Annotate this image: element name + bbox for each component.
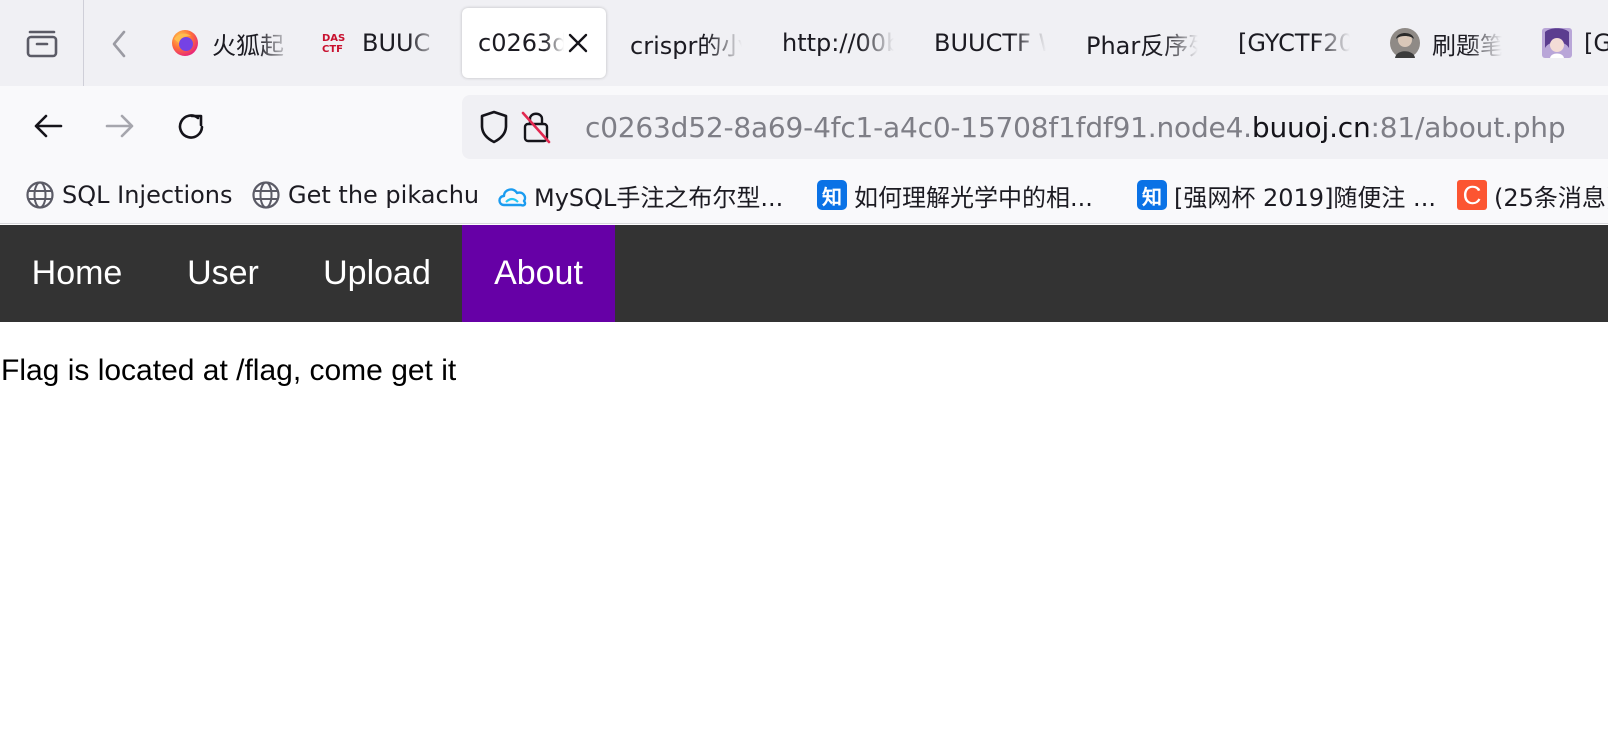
bookmark-pikachu[interactable]: Get the pikachu [250, 178, 479, 212]
tab-phar[interactable]: Phar反序列 [1086, 8, 1198, 78]
url-suffix: :81/about.php [1370, 111, 1566, 144]
csdn-icon: C [1456, 179, 1488, 211]
url-text[interactable]: c0263d52-8a69-4fc1-a4c0-15708f1fdf91.nod… [585, 111, 1566, 144]
nav-link-about[interactable]: About [462, 225, 615, 322]
tab-http[interactable]: http://00b [782, 8, 894, 78]
tracking-protection-button[interactable] [476, 109, 512, 145]
bookmark-label: [强网杯 2019]随便注 ... [1174, 183, 1436, 212]
tab-firefox[interactable]: 火狐起 [170, 8, 292, 78]
ctf-logo-icon: DAS CTF [320, 28, 350, 58]
reload-icon [178, 114, 204, 139]
globe-icon [250, 179, 282, 211]
url-prefix: c0263d52-8a69-4fc1-a4c0-15708f1fdf91.nod… [585, 111, 1252, 144]
url-host: buuoj.cn [1251, 111, 1371, 144]
firefox-icon [170, 28, 200, 58]
tab-gyctf[interactable]: [GYCTF20 [1238, 8, 1350, 78]
tab-active-about[interactable]: c0263d [462, 8, 606, 78]
bookmark-label: 如何理解光学中的相... [854, 183, 1093, 212]
bookmark-label: Get the pikachu [288, 181, 480, 209]
svg-text:CTF: CTF [322, 44, 343, 55]
tab-list-button[interactable] [0, 0, 84, 86]
chevron-left-icon [112, 30, 126, 58]
avatar-icon [1390, 28, 1420, 58]
tab-scroll-left-button[interactable] [100, 24, 140, 64]
bookmark-zhihu-optics[interactable]: 知 如何理解光学中的相... [816, 178, 1093, 212]
arrow-right-icon [105, 114, 134, 138]
bookmark-csdn[interactable]: C (25条消息) [1456, 178, 1608, 212]
nav-link-home[interactable]: Home [0, 225, 154, 322]
cloud-icon [496, 179, 528, 211]
site-navigation: Home User Upload About [0, 225, 1608, 322]
forward-button[interactable] [100, 106, 140, 146]
reload-button[interactable] [172, 106, 212, 146]
tab-buuctf[interactable]: DAS CTF BUUC [320, 8, 442, 78]
nav-link-user[interactable]: User [154, 225, 292, 322]
insecure-lock-icon [521, 111, 551, 144]
zhihu-icon: 知 [816, 179, 848, 211]
about-message: Flag is located at /flag, come get it [1, 354, 457, 387]
zhihu-icon: 知 [1136, 179, 1168, 211]
arrow-left-icon [34, 114, 63, 138]
bookmarks-toolbar: SQL Injections Get the pikachu MySQL手注之布… [0, 166, 1608, 224]
tab-manager-icon [26, 30, 57, 58]
tab-crispr[interactable]: crispr的小 [630, 8, 742, 78]
bookmark-label: (25条消息) [1494, 183, 1608, 212]
bookmark-label: MySQL手注之布尔型... [534, 183, 784, 212]
back-button[interactable] [28, 106, 68, 146]
bookmark-zhihu-qwb[interactable]: 知 [强网杯 2019]随便注 ... [1136, 178, 1436, 212]
tab-partial[interactable]: [G [1542, 8, 1608, 78]
anime-avatar-icon [1542, 28, 1572, 58]
tab-strip: 火狐起 DAS CTF BUUC c0263d crispr的小 http://… [0, 0, 1608, 86]
bookmark-sql-injections[interactable]: SQL Injections [24, 178, 233, 212]
globe-icon [24, 179, 56, 211]
shield-icon [480, 110, 508, 144]
svg-text:DAS: DAS [322, 33, 345, 44]
address-bar[interactable]: c0263d52-8a69-4fc1-a4c0-15708f1fdf91.nod… [462, 95, 1608, 159]
site-info-button[interactable] [518, 109, 554, 145]
nav-link-upload[interactable]: Upload [292, 225, 462, 322]
bookmark-label: SQL Injections [62, 181, 233, 209]
tab-notes[interactable]: 刷题笔 [1390, 8, 1502, 78]
close-tab-button[interactable] [564, 29, 592, 57]
close-icon [568, 33, 588, 53]
tab-label: [G [1584, 29, 1608, 57]
bookmark-mysql[interactable]: MySQL手注之布尔型... [496, 178, 783, 212]
tab-buuctf-w[interactable]: BUUCTF W [934, 8, 1046, 78]
